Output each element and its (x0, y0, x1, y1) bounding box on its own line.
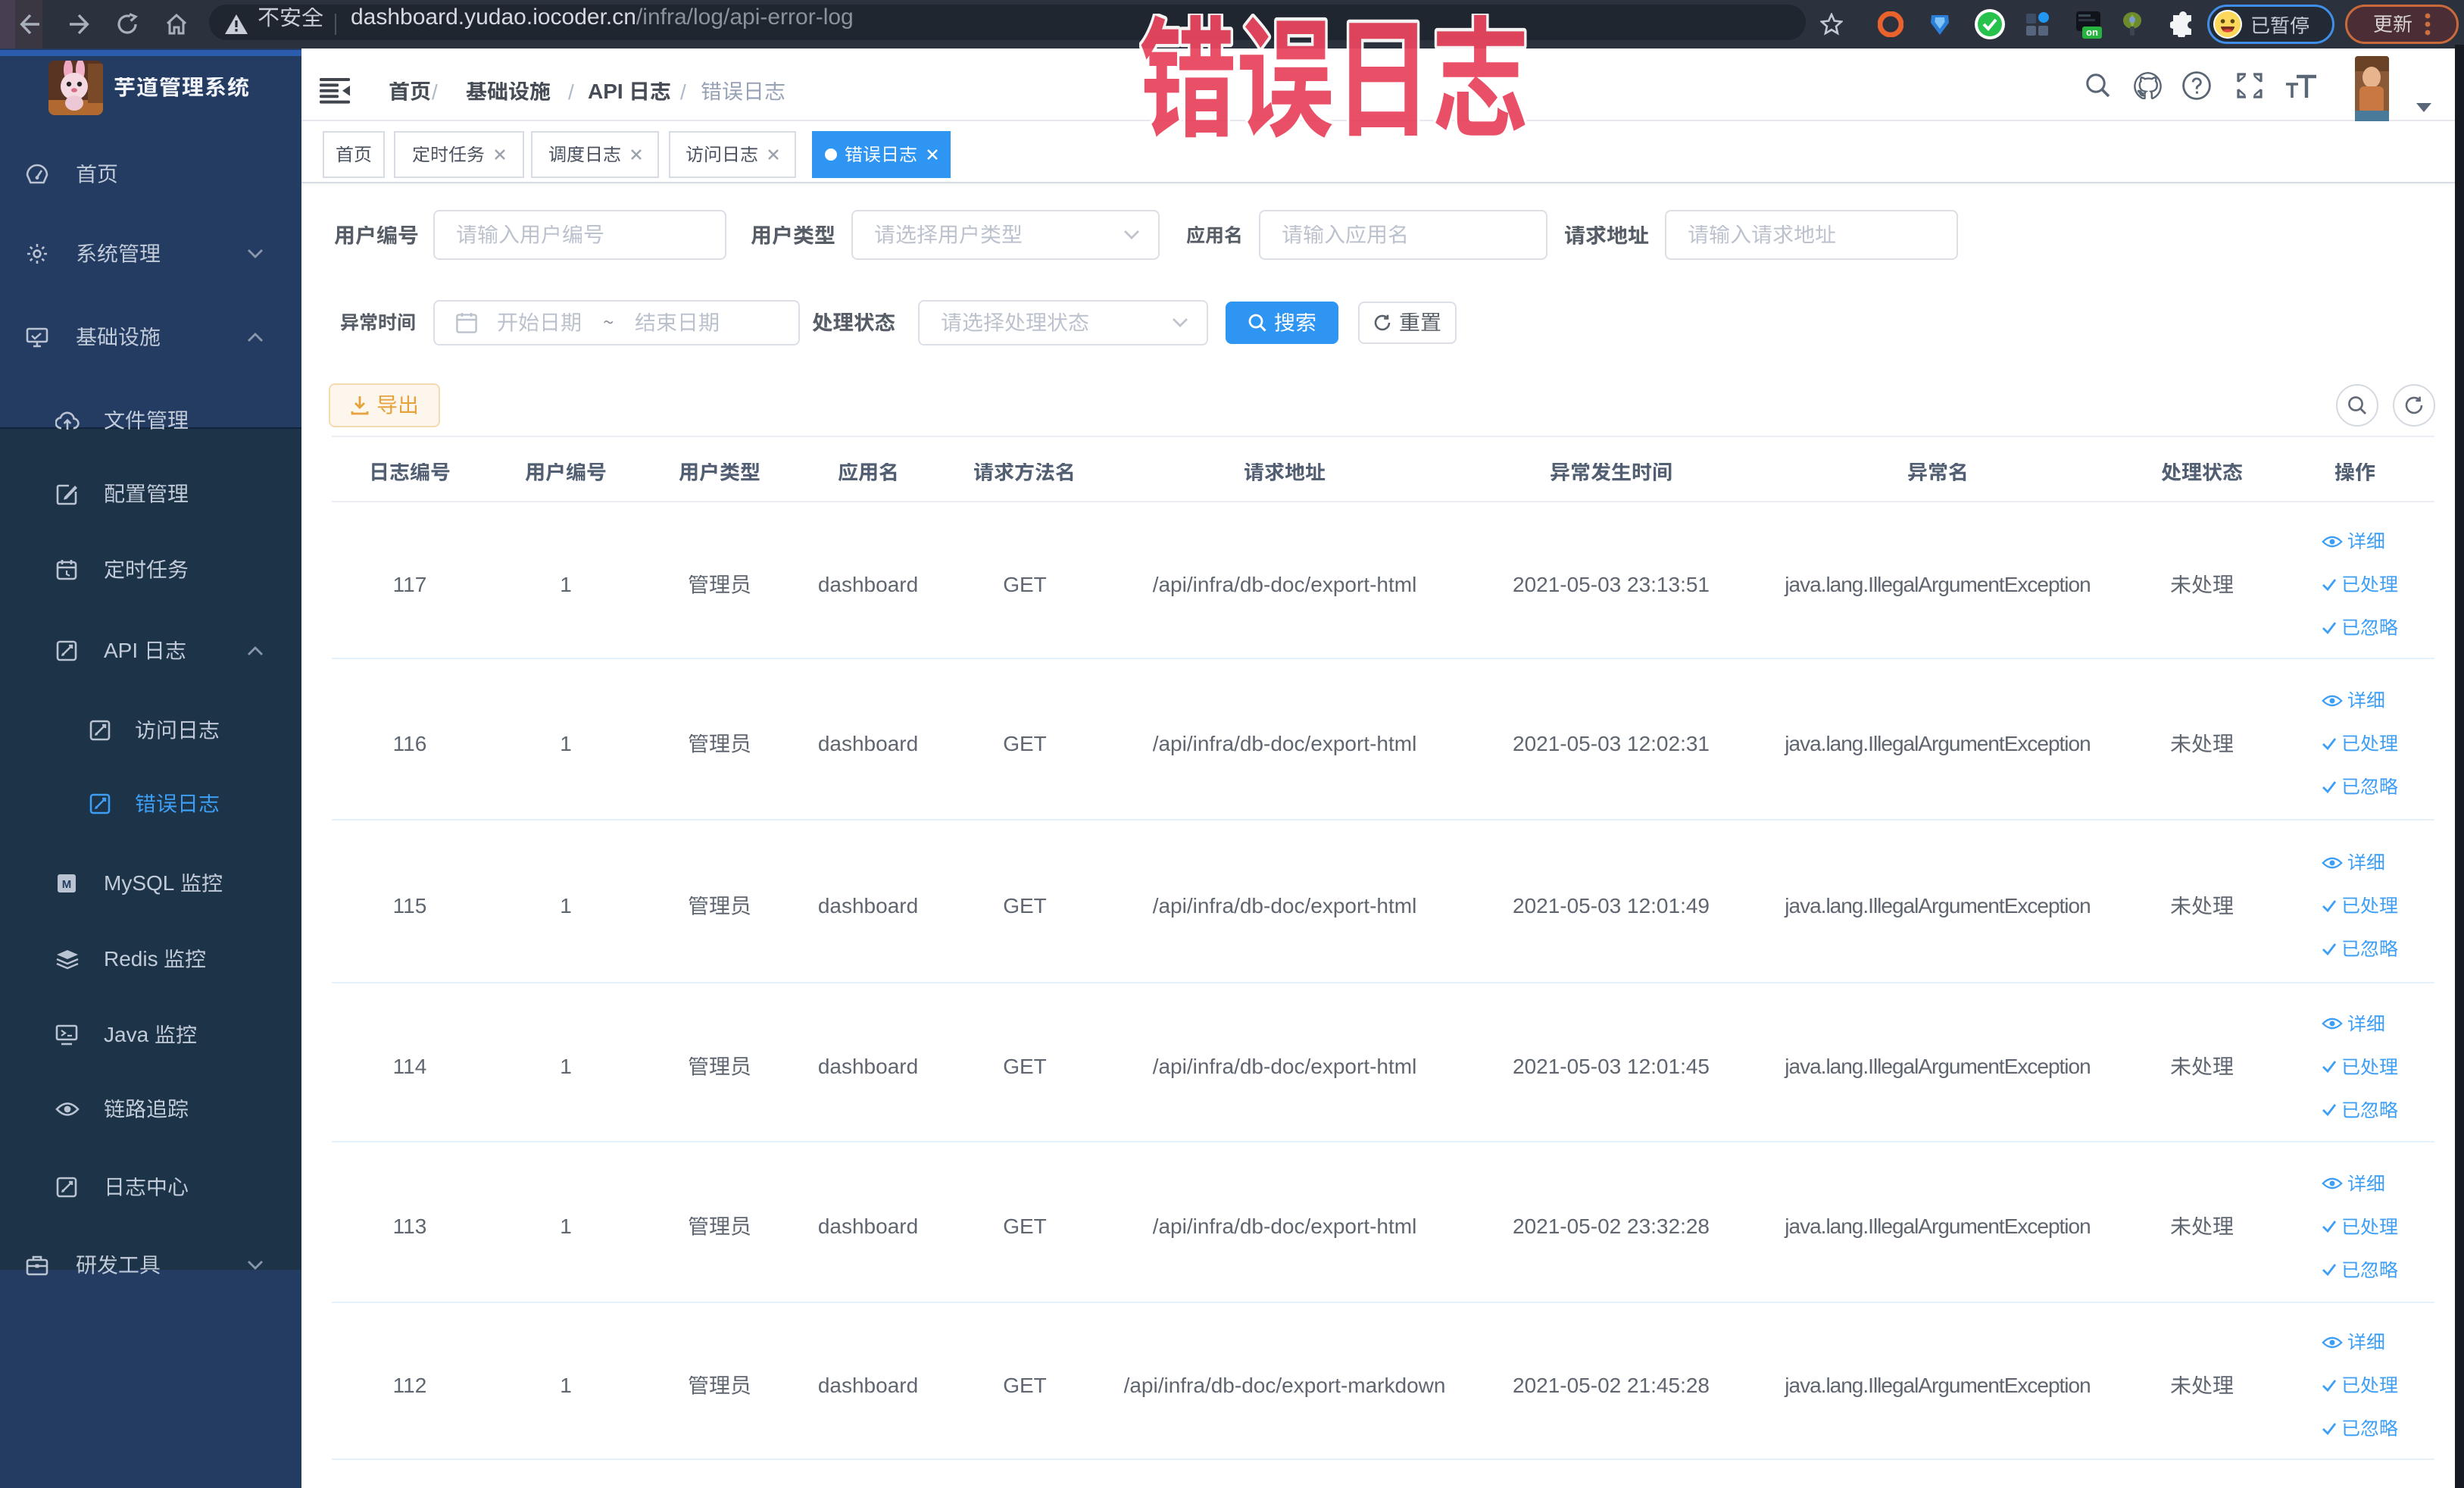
svg-text:on: on (2086, 27, 2098, 38)
svg-text:M: M (62, 878, 72, 891)
